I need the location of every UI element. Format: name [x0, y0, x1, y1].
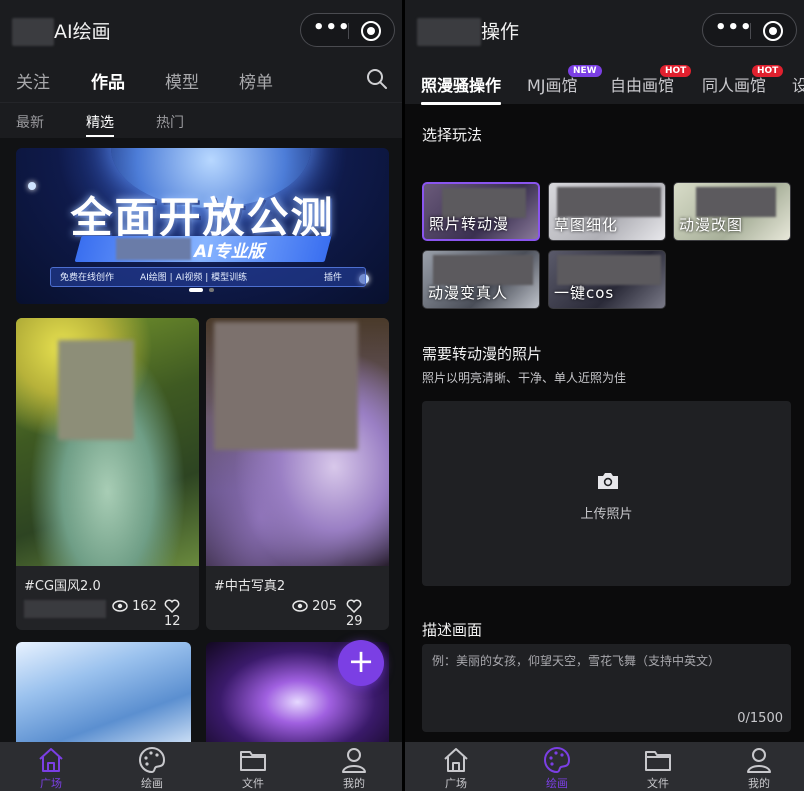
close-mini-program-icon[interactable]: [763, 21, 783, 41]
tab-follow[interactable]: 关注: [16, 68, 50, 93]
more-menu-icon[interactable]: •••: [313, 19, 350, 40]
views-icon: [112, 600, 128, 612]
right-title-bar: 操作 •••: [405, 0, 804, 62]
describe-input[interactable]: [422, 644, 791, 732]
upload-label: 上传照片: [580, 507, 633, 522]
face-redacted: [58, 340, 134, 440]
nav-paint[interactable]: 绘画: [117, 745, 187, 791]
banner-redacted: [116, 238, 191, 260]
new-badge: NEW: [568, 65, 602, 77]
char-count: 0/1500: [737, 711, 783, 726]
mini-program-capsule: •••: [702, 13, 797, 47]
describe-box: 0/1500: [422, 644, 791, 732]
close-mini-program-icon[interactable]: [361, 21, 381, 41]
play-option-anime-real[interactable]: 动漫变真人: [422, 250, 540, 309]
tab-works[interactable]: 作品: [91, 68, 125, 93]
play-option-cosplay[interactable]: 一键cos: [548, 250, 666, 309]
user-icon: [747, 748, 771, 773]
view-count: 162: [132, 599, 157, 614]
banner-feature-3: 插件: [324, 273, 343, 283]
palette-icon: [544, 746, 571, 774]
play-option-sketch-refine[interactable]: 草图细化: [548, 182, 666, 241]
home-icon: [444, 748, 468, 772]
nav-files[interactable]: 文件: [623, 745, 693, 791]
mini-program-capsule: •••: [300, 13, 395, 47]
upload-hint: 照片以明亮清晰、干净、单人近照为佳: [422, 371, 627, 385]
artwork-tag[interactable]: #CG国风2.0: [24, 575, 101, 594]
banner-feature-2: AI绘图 | AI视频 | 模型训练: [140, 273, 248, 283]
sub-tabs: 最新 精选 热门: [0, 102, 402, 138]
title-redacted: [417, 18, 481, 46]
play-option-photo-anime[interactable]: 照片转动漫: [422, 182, 540, 241]
bottom-nav: 广场 绘画 文件 我的: [405, 742, 804, 791]
nav-files[interactable]: 文件: [218, 745, 288, 791]
banner-pager: [209, 288, 214, 292]
folder-icon: [645, 751, 671, 771]
author-redacted: [24, 600, 106, 618]
like-count: 12: [164, 614, 181, 629]
palette-icon: [139, 746, 166, 774]
heart-icon[interactable]: [346, 599, 362, 614]
right-screen-paint: 操作 ••• 照漫骚操作 MJ画馆 NEW 自由画馆 HOT 同人画馆 HOT …: [405, 0, 804, 791]
left-screen-square: AI绘画 ••• 关注 作品 模型 榜单 最新 精选 热门 全面开放公测 AI专…: [0, 0, 402, 791]
artwork-card[interactable]: [16, 642, 191, 742]
artwork-card[interactable]: #中古写真2 205 29: [206, 318, 389, 630]
paint-mode-tabs: 照漫骚操作 MJ画馆 NEW 自由画馆 HOT 同人画馆 HOT 设: [405, 62, 804, 105]
search-icon[interactable]: [366, 68, 388, 90]
artwork-card[interactable]: #CG国风2.0 162 12: [16, 318, 199, 630]
describe-section-title: 描述画面: [422, 621, 483, 639]
views-icon: [292, 600, 308, 612]
page-title: 操作: [481, 21, 520, 43]
main-tabs: 关注 作品 模型 榜单: [0, 62, 402, 102]
left-title-bar: AI绘画 •••: [0, 0, 402, 62]
nav-square[interactable]: 广场: [16, 745, 86, 791]
home-icon: [39, 748, 63, 772]
hot-badge: HOT: [752, 65, 784, 77]
face-redacted: [214, 322, 358, 450]
banner-feature-1: 免费在线创作: [60, 273, 115, 283]
banner-product: AI专业版: [194, 242, 265, 262]
page-title: AI绘画: [54, 21, 111, 43]
hot-badge: HOT: [660, 65, 692, 77]
tab-ranking[interactable]: 榜单: [239, 68, 273, 93]
user-icon: [342, 748, 366, 773]
play-option-anime-edit[interactable]: 动漫改图: [673, 182, 791, 241]
more-menu-icon[interactable]: •••: [715, 19, 752, 40]
camera-icon: [598, 473, 618, 489]
bottom-nav: 广场 绘画 文件 我的: [0, 742, 402, 791]
heart-icon[interactable]: [164, 599, 180, 614]
tab-models[interactable]: 模型: [165, 68, 199, 93]
promo-banner[interactable]: 全面开放公测 AI专业版 免费在线创作 AI绘图 | AI视频 | 模型训练 插…: [16, 148, 389, 304]
title-redacted: [12, 18, 54, 46]
nav-mine[interactable]: 我的: [724, 745, 794, 791]
nav-mine[interactable]: 我的: [319, 745, 389, 791]
subtab-latest[interactable]: 最新: [16, 112, 44, 132]
banner-pager-active: [189, 288, 203, 292]
artwork-tag[interactable]: #中古写真2: [214, 575, 285, 594]
subtab-hot[interactable]: 热门: [156, 112, 184, 132]
nav-square[interactable]: 广场: [421, 745, 491, 791]
view-count: 205: [312, 599, 337, 614]
tab-photo-anime[interactable]: 照漫骚操作: [421, 72, 502, 105]
play-section-title: 选择玩法: [422, 126, 483, 144]
tab-settings[interactable]: 设: [792, 72, 804, 96]
upload-photo-area[interactable]: 上传照片: [422, 401, 791, 586]
nav-paint[interactable]: 绘画: [522, 745, 592, 791]
folder-icon: [240, 751, 266, 771]
upload-section-title: 需要转动漫的照片: [422, 345, 543, 363]
like-count: 29: [346, 614, 363, 629]
create-artwork-button[interactable]: +: [338, 640, 384, 686]
subtab-featured[interactable]: 精选: [86, 112, 114, 137]
